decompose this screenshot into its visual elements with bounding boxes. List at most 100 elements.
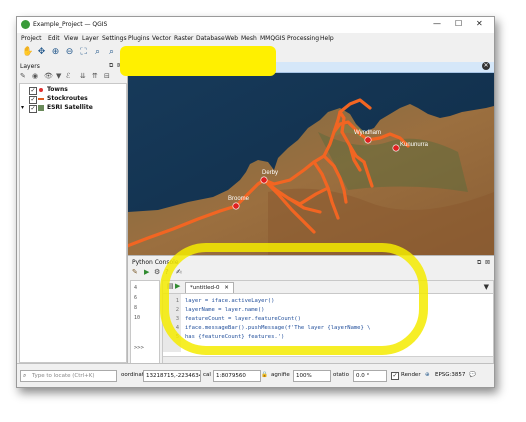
- town-kununurra[interactable]: [392, 144, 400, 152]
- map-tips-icon[interactable]: ◧: [222, 47, 233, 58]
- statistics-icon[interactable]: Σ: [178, 47, 189, 58]
- annotation-icon[interactable]: ▣: [208, 47, 219, 58]
- layers-toolbar: ✎ ◉ 👁 ▼ ℰ ⇊ ⇈ ⊟: [20, 72, 124, 82]
- zoom-in-icon[interactable]: ⊕: [50, 47, 61, 58]
- code-line-5[interactable]: has {featureCount} features.'): [185, 334, 284, 340]
- clear-console-icon[interactable]: ✎: [132, 268, 138, 276]
- open-styling-icon[interactable]: ✎: [20, 72, 26, 80]
- editor-horizontal-scrollbar[interactable]: [163, 356, 493, 363]
- menu-plugins[interactable]: Plugins: [128, 35, 150, 42]
- layer-visibility-checkbox[interactable]: ✓: [29, 105, 37, 113]
- town-broome[interactable]: [232, 202, 240, 210]
- filter-expression-icon[interactable]: ℰ: [66, 72, 70, 80]
- expand-all-icon[interactable]: ⇊: [80, 72, 86, 80]
- menu-help[interactable]: Help: [320, 35, 334, 42]
- menu-web[interactable]: Web: [225, 35, 238, 42]
- code-line-3[interactable]: featureCount = layer.featureCount(): [185, 316, 301, 322]
- layer-item-towns[interactable]: ✓ Towns: [20, 86, 126, 95]
- filter-legend-icon[interactable]: ▼: [56, 72, 61, 80]
- field-calculator-icon[interactable]: ▤: [164, 47, 175, 58]
- menu-mmqgis[interactable]: MMQGIS: [260, 35, 285, 42]
- manage-visibility-icon[interactable]: 👁: [44, 72, 53, 80]
- identify-icon[interactable]: ⓘ: [122, 47, 133, 58]
- coordinate-field[interactable]: 13218715,-2234634: [143, 370, 201, 382]
- layer-visibility-checkbox[interactable]: ✓: [29, 87, 37, 95]
- measure-icon[interactable]: 📏: [194, 47, 205, 58]
- menu-vector[interactable]: Vector: [152, 35, 171, 42]
- window-title: Example_Project — QGIS: [33, 21, 108, 28]
- code-line-2[interactable]: layerName = layer.name(): [185, 307, 264, 313]
- menu-database[interactable]: Database: [196, 35, 225, 42]
- tab-close-icon[interactable]: ✕: [224, 285, 229, 291]
- point-symbol-icon: [39, 88, 43, 92]
- menu-view[interactable]: View: [64, 35, 78, 42]
- run-script-icon[interactable]: ▶: [175, 282, 180, 290]
- history-line-number: 8: [134, 305, 138, 311]
- menu-raster[interactable]: Raster: [174, 35, 193, 42]
- expand-arrow-icon[interactable]: ▾: [21, 104, 24, 111]
- crs-label[interactable]: EPSG:3857: [435, 370, 465, 380]
- town-derby[interactable]: [260, 176, 268, 184]
- code-line-1[interactable]: layer = iface.activeLayer(): [185, 298, 274, 304]
- zoom-out-icon[interactable]: ⊖: [64, 47, 75, 58]
- map-canvas[interactable]: Wyndham Kununurra Derby Broome: [128, 62, 494, 255]
- pan-icon[interactable]: ✋: [22, 47, 33, 58]
- code-line-4[interactable]: iface.messageBar().pushMessage(f'The lay…: [185, 325, 370, 331]
- layer-item-esri-satellite[interactable]: ▾ ✓ ESRI Satellite: [20, 104, 126, 113]
- tab-list-icon[interactable]: ▼: [484, 283, 489, 291]
- render-checkbox[interactable]: ✓: [391, 372, 399, 380]
- message-text: The layer Towns has 19 features.: [156, 64, 247, 70]
- line-number: 3: [175, 316, 179, 322]
- help-icon[interactable]: ?: [165, 268, 169, 276]
- maximize-button[interactable]: ☐: [455, 20, 462, 28]
- magnifier-field[interactable]: 100%: [293, 370, 331, 382]
- layer-visibility-checkbox[interactable]: ✓: [29, 96, 37, 104]
- close-panel-icon[interactable]: ⊠: [117, 62, 122, 69]
- new-bookmark-icon[interactable]: ▥: [236, 47, 247, 58]
- attribute-table-icon[interactable]: ▦: [150, 47, 161, 58]
- layer-label: Stockroutes: [47, 95, 88, 102]
- rotation-field[interactable]: 0.0 °: [353, 370, 387, 382]
- console-output[interactable]: 4 6 8 10 >>>: [130, 280, 160, 364]
- refresh-icon[interactable]: ⟳: [250, 47, 261, 58]
- layer-tree: ✓ Towns ✓ Stockroutes ▾ ✓ ESRI Satellite: [19, 83, 127, 363]
- editor-toolbar: ▤ ▶ *untitled-0 ✕ ▼: [163, 281, 493, 294]
- run-command-icon[interactable]: ▶: [144, 268, 149, 276]
- crs-globe-icon[interactable]: ⊕: [425, 370, 430, 380]
- menu-processing[interactable]: Processing: [287, 35, 319, 42]
- float-panel-icon[interactable]: ⧉: [109, 62, 113, 70]
- pan-to-selection-icon[interactable]: ✥: [36, 47, 47, 58]
- layer-item-stockroutes[interactable]: ✓ Stockroutes: [20, 95, 126, 104]
- line-number: 5: [175, 334, 179, 340]
- show-editor-icon[interactable]: ✍: [176, 268, 182, 276]
- open-script-icon[interactable]: ▤: [167, 282, 174, 290]
- close-console-icon[interactable]: ⊠: [485, 259, 490, 266]
- float-console-icon[interactable]: ⧉: [477, 259, 481, 267]
- locator-search[interactable]: ⌕ Type to locate (Ctrl+K): [20, 370, 117, 382]
- zoom-selection-icon[interactable]: ⌕: [106, 47, 117, 58]
- scale-field[interactable]: 1:8079560: [213, 370, 261, 382]
- remove-layer-icon[interactable]: ⊟: [104, 72, 110, 80]
- town-wyndham[interactable]: [364, 136, 372, 144]
- tab-untitled[interactable]: *untitled-0 ✕: [185, 282, 234, 293]
- messages-icon[interactable]: 💬: [469, 370, 476, 380]
- menu-settings[interactable]: Settings: [102, 35, 127, 42]
- lock-scale-icon[interactable]: 🔒: [261, 370, 268, 380]
- add-group-icon[interactable]: ◉: [32, 72, 38, 80]
- settings-icon[interactable]: ⚙: [154, 268, 160, 276]
- message-log-icon[interactable]: ▮▯: [132, 63, 144, 72]
- collapse-all-icon[interactable]: ⇈: [92, 72, 98, 80]
- minimize-button[interactable]: —: [433, 20, 441, 28]
- menu-edit[interactable]: Edit: [48, 35, 60, 42]
- layer-label: ESRI Satellite: [47, 104, 93, 111]
- close-button[interactable]: ✕: [476, 20, 483, 28]
- menu-project[interactable]: Project: [21, 35, 42, 42]
- menu-layer[interactable]: Layer: [82, 35, 99, 42]
- close-message-icon[interactable]: ✕: [482, 62, 490, 70]
- zoom-layer-icon[interactable]: ⌕: [92, 47, 103, 58]
- zoom-full-icon[interactable]: ⛶: [78, 47, 89, 58]
- select-icon[interactable]: ▭: [136, 47, 147, 58]
- place-label-derby: Derby: [262, 170, 278, 176]
- menu-mesh[interactable]: Mesh: [241, 35, 257, 42]
- console-prompt[interactable]: >>>: [134, 345, 144, 351]
